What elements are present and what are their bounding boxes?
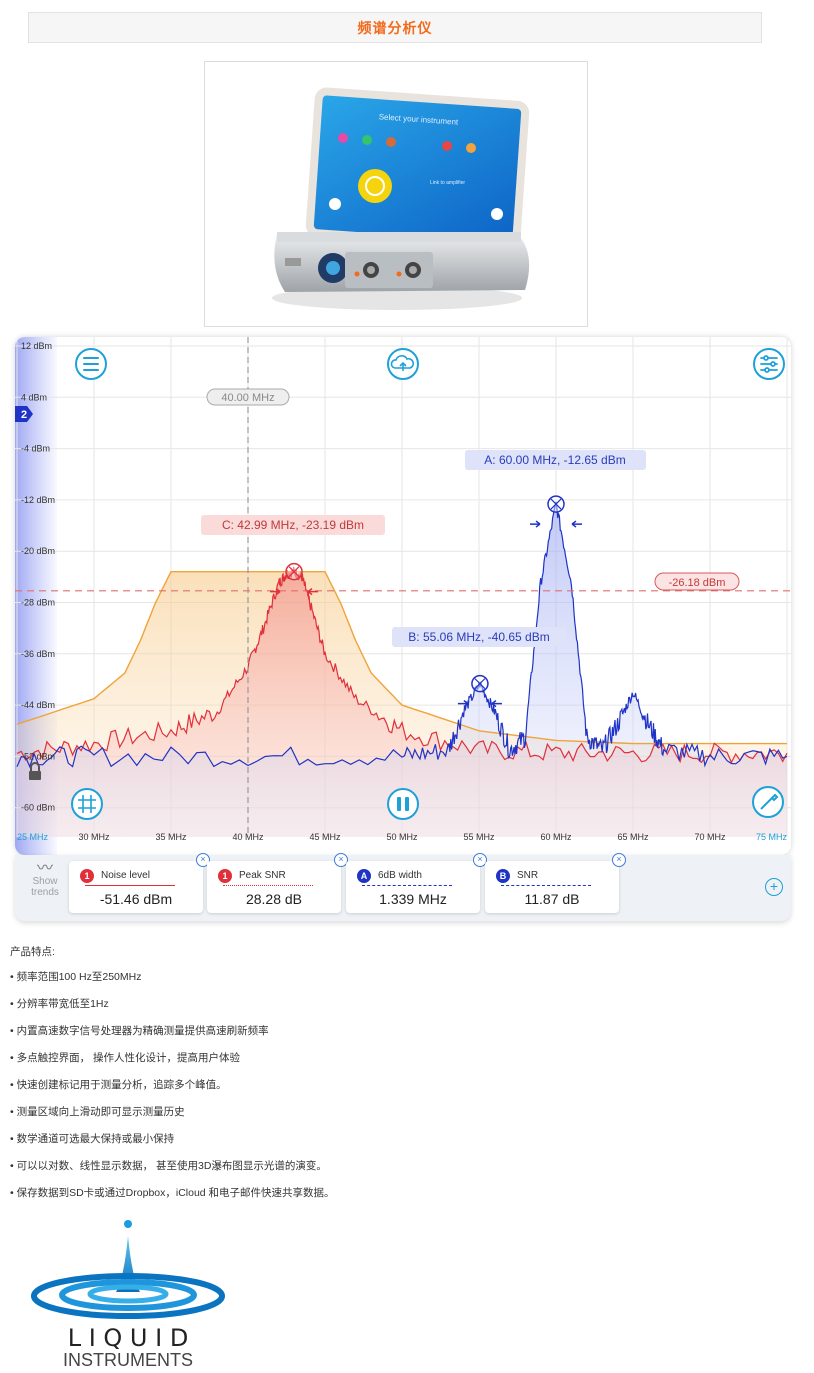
feature-list: 频率范围100 Hz至250MHz 分辨率带宽低至1Hz 内置高速数字信号处理器… bbox=[10, 970, 770, 1213]
card-badge: A bbox=[357, 869, 371, 883]
y-tick-label: -52 dBm bbox=[21, 751, 55, 761]
y-tick-label: -28 dBm bbox=[21, 598, 55, 608]
close-icon[interactable]: × bbox=[612, 853, 626, 867]
list-item: 内置高速数字信号处理器为精确测量提供高速刷新频率 bbox=[10, 1024, 770, 1051]
add-measurement-button[interactable]: + bbox=[765, 878, 783, 896]
y-tick-label: -60 dBm bbox=[21, 803, 55, 813]
list-item: 测量区域向上滑动即可显示测量历史 bbox=[10, 1105, 770, 1132]
trend-chart-icon: 〰 bbox=[36, 860, 53, 877]
y-tick-label: 4 dBm bbox=[21, 392, 47, 402]
card-underline bbox=[223, 885, 313, 886]
probe-button[interactable] bbox=[752, 786, 784, 818]
logo-subtitle: INSTRUMENTS bbox=[63, 1350, 193, 1368]
y-tick-label: 12 dBm bbox=[21, 341, 52, 351]
marker-b-tag[interactable]: B: 55.06 MHz, -40.65 dBm bbox=[392, 627, 566, 647]
card-underline bbox=[362, 885, 452, 886]
card-label: SNR bbox=[517, 870, 539, 881]
measurement-card-6db-width[interactable]: A 6dB width 1.339 MHz × bbox=[346, 853, 487, 913]
card-value: 11.87 dB bbox=[524, 891, 580, 907]
card-label: Peak SNR bbox=[239, 870, 286, 881]
card-label: Noise level bbox=[101, 870, 150, 881]
card-value: 28.28 dB bbox=[245, 891, 303, 907]
y-tick-label: -20 dBm bbox=[21, 546, 55, 556]
card-label: 6dB width bbox=[378, 870, 422, 881]
liquid-instruments-logo: L I Q U I D INSTRUMENTS bbox=[20, 1218, 236, 1370]
marker-a-text: A: 60.00 MHz, -12.65 dBm bbox=[484, 453, 625, 467]
channel-badge-text: 2 bbox=[21, 409, 27, 421]
show-trends-button[interactable]: 〰 Show trends bbox=[23, 860, 67, 899]
feature-heading: 产品特点: bbox=[10, 946, 55, 958]
measurement-card-noise-level[interactable]: 1 Noise level -51.46 dBm × bbox=[69, 853, 210, 913]
menu-button[interactable] bbox=[75, 348, 107, 380]
marker-c-text: C: 42.99 MHz, -23.19 dBm bbox=[222, 518, 364, 532]
list-item: 快速创建标记用于测量分析，追踪多个峰值。 bbox=[10, 1078, 770, 1105]
marker-b-text: B: 55.06 MHz, -40.65 dBm bbox=[408, 630, 549, 644]
x-tick-label: 50 MHz bbox=[386, 832, 418, 842]
show-trends-label: Show trends bbox=[31, 876, 59, 898]
card-badge: 1 bbox=[218, 869, 232, 883]
list-item: 多点触控界面， 操作人性化设计，提高用户体验 bbox=[10, 1051, 770, 1078]
x-tick-label: 60 MHz bbox=[540, 832, 572, 842]
page-title: 频谱分析仪 bbox=[357, 19, 433, 36]
x-tick-label: 45 MHz bbox=[309, 832, 341, 842]
cursor-label[interactable]: 40.00 MHz bbox=[206, 388, 290, 406]
list-item: 频率范围100 Hz至250MHz bbox=[10, 970, 770, 997]
tablet-center-label: Link to amplifier bbox=[430, 180, 465, 186]
cloud-upload-button[interactable] bbox=[387, 348, 419, 380]
y-tick-label: -36 dBm bbox=[21, 649, 55, 659]
threshold-label[interactable]: -26.18 dBm bbox=[654, 572, 740, 591]
list-item: 保存数据到SD卡或通过Dropbox，iCloud 和电子邮件快速共享数据。 bbox=[10, 1186, 770, 1213]
grid-toggle-button[interactable] bbox=[71, 788, 103, 820]
x-tick-label: 35 MHz bbox=[155, 832, 187, 842]
y-tick-label: -12 dBm bbox=[21, 495, 55, 505]
x-tick-label: 65 MHz bbox=[617, 832, 649, 842]
threshold-label-text: -26.18 dBm bbox=[669, 577, 726, 589]
cursor-label-text: 40.00 MHz bbox=[221, 392, 274, 404]
liquid-logo-mark: L I Q U I D INSTRUMENTS bbox=[31, 1220, 225, 1370]
settings-button[interactable] bbox=[753, 348, 785, 380]
x-tick-label: 75 MHz bbox=[756, 832, 788, 842]
spectrum-chart[interactable]: 12 dBm 4 dBm -4 dBm -12 dBm -20 dBm -28 dBm -3… bbox=[15, 337, 791, 855]
x-tick-label: 70 MHz bbox=[694, 832, 726, 842]
list-item: 数学通道可选最大保持或最小保持 bbox=[10, 1132, 770, 1159]
x-tick-label: 25 MHz bbox=[17, 832, 49, 842]
x-tick-label: 40 MHz bbox=[232, 832, 264, 842]
card-badge: B bbox=[496, 869, 510, 883]
card-value: -51.46 dBm bbox=[99, 891, 173, 907]
list-item: 可以以对数、线性显示数据， 甚至使用3D瀑布图显示光谱的演变。 bbox=[10, 1159, 770, 1186]
feature-section: 产品特点: 频率范围100 Hz至250MHz 分辨率带宽低至1Hz 内置高速数… bbox=[10, 944, 770, 1213]
marker-c-tag[interactable]: C: 42.99 MHz, -23.19 dBm bbox=[201, 515, 385, 535]
page-title-bar: 频谱分析仪 bbox=[28, 12, 762, 43]
logo-wordmark: L I Q U I D bbox=[68, 1324, 189, 1352]
card-underline bbox=[501, 885, 591, 886]
measurement-card-peak-snr[interactable]: 1 Peak SNR 28.28 dB × bbox=[207, 853, 348, 913]
x-tick-label: 55 MHz bbox=[463, 832, 495, 842]
pause-button[interactable] bbox=[387, 788, 419, 820]
x-tick-label: 30 MHz bbox=[78, 832, 110, 842]
measurement-card-snr[interactable]: B SNR 11.87 dB × bbox=[485, 853, 626, 913]
y-tick-label: -44 dBm bbox=[21, 700, 55, 710]
card-value: 1.339 MHz bbox=[379, 891, 447, 907]
list-item: 分辨率带宽低至1Hz bbox=[10, 997, 770, 1024]
spectrum-analyzer-screen[interactable]: 12 dBm 4 dBm -4 dBm -12 dBm -20 dBm -28 dBm -3… bbox=[15, 337, 791, 855]
device-illustration: Select your instrument Link to amplifier bbox=[272, 87, 530, 310]
card-underline bbox=[85, 885, 175, 886]
measurement-panel: 〰 Show trends 1 Noise level -51.46 dBm ×… bbox=[15, 853, 791, 921]
marker-a-tag[interactable]: A: 60.00 MHz, -12.65 dBm bbox=[465, 450, 646, 470]
card-badge: 1 bbox=[80, 869, 94, 883]
y-tick-label: -4 dBm bbox=[21, 444, 50, 454]
product-photo: Select your instrument Link to amplifier bbox=[204, 61, 588, 327]
sliders-icon bbox=[760, 355, 778, 373]
